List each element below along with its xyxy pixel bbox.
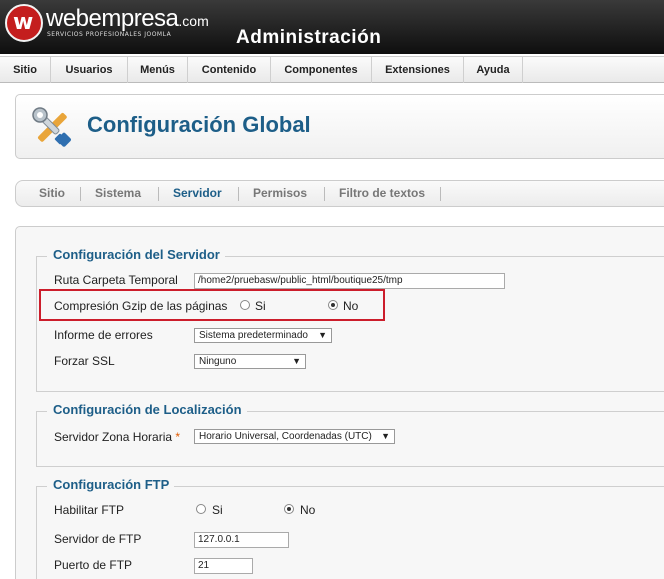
menu-extensiones[interactable]: Extensiones [372, 57, 464, 83]
tab-filtro-de-textos[interactable]: Filtro de textos [339, 181, 425, 206]
chevron-down-icon: ▼ [318, 330, 327, 340]
admin-title: Administración [236, 27, 382, 48]
menu-menus[interactable]: Menús [128, 57, 188, 83]
ftp-port-label: Puerto de FTP [54, 558, 133, 572]
force-ssl-select[interactable]: Ninguno ▼ [194, 354, 306, 369]
locale-settings-legend: Configuración de Localización [47, 402, 247, 417]
ftp-enable-yes-radio[interactable] [196, 504, 206, 514]
ftp-enable-yes-label: Si [212, 503, 223, 517]
ftp-server-input[interactable]: 127.0.0.1 [194, 532, 289, 548]
gzip-highlight-box [39, 289, 385, 321]
tab-divider [158, 187, 159, 201]
tab-permisos[interactable]: Permisos [253, 181, 307, 206]
server-settings-legend: Configuración del Servidor [47, 247, 225, 262]
menu-contenido[interactable]: Contenido [188, 57, 271, 83]
header-bar: w webempresa.com SERVICIOS PROFESIONALES… [0, 0, 664, 54]
tab-divider [440, 187, 441, 201]
required-marker: * [175, 430, 181, 444]
menu-sitio[interactable]: Sitio [0, 57, 51, 83]
page-toolbar: Configuración Global [15, 94, 664, 159]
tab-servidor[interactable]: Servidor [173, 181, 222, 206]
page-title: Configuración Global [87, 112, 311, 137]
tab-sitio[interactable]: Sitio [39, 181, 65, 206]
menu-usuarios[interactable]: Usuarios [51, 57, 128, 83]
temp-path-label: Ruta Carpeta Temporal [54, 273, 178, 287]
brand-tagline: SERVICIOS PROFESIONALES JOOMLA [47, 31, 172, 38]
tab-divider [324, 187, 325, 201]
chevron-down-icon: ▼ [292, 356, 301, 366]
tab-divider [238, 187, 239, 201]
ftp-enable-no-radio[interactable] [284, 504, 294, 514]
brand-logo-text: webempresa.com [46, 5, 209, 32]
error-reporting-label: Informe de errores [54, 328, 153, 342]
ftp-settings-legend: Configuración FTP [47, 477, 175, 492]
menu-ayuda[interactable]: Ayuda [464, 57, 523, 83]
tab-sistema[interactable]: Sistema [95, 181, 141, 206]
temp-path-input[interactable]: /home2/pruebasw/public_html/boutique25/t… [194, 273, 505, 289]
error-reporting-select[interactable]: Sistema predeterminado ▼ [194, 328, 332, 343]
timezone-select[interactable]: Horario Universal, Coordenadas (UTC) ▼ [194, 429, 395, 444]
chevron-down-icon: ▼ [381, 431, 390, 441]
force-ssl-label: Forzar SSL [54, 354, 115, 368]
ftp-enable-label: Habilitar FTP [54, 503, 125, 517]
ftp-server-label: Servidor de FTP [54, 532, 142, 546]
menu-componentes[interactable]: Componentes [271, 57, 372, 83]
timezone-label: Servidor Zona Horaria * [54, 430, 181, 444]
tools-icon [32, 107, 71, 147]
config-subtabs: Sitio Sistema Servidor Permisos Filtro d… [15, 180, 664, 207]
ftp-port-input[interactable]: 21 [194, 558, 253, 574]
ftp-enable-no-label: No [300, 503, 316, 517]
tab-divider [80, 187, 81, 201]
webempresa-logo-icon: w [5, 4, 43, 42]
main-menu: Sitio Usuarios Menús Contenido Component… [0, 56, 664, 83]
